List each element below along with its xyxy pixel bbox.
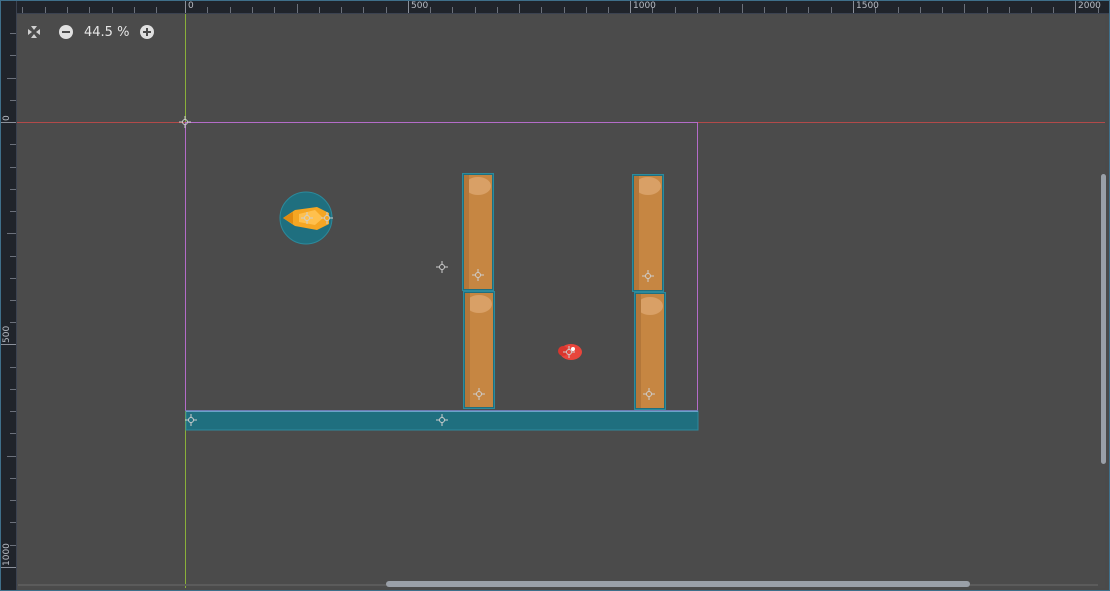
zoom-in-button[interactable] (137, 22, 157, 42)
canvas-editor: 0 500 1000 1500 2000 0 500 1000 44.5 % (0, 0, 1110, 591)
horizontal-ruler[interactable]: 0 500 1000 1500 2000 (0, 0, 1110, 14)
center-view-icon (28, 26, 40, 38)
ruler-label-1000: 1000 (633, 1, 656, 11)
vertical-scroll-thumb[interactable] (1101, 174, 1106, 464)
pivot-icon (436, 261, 448, 273)
zoom-in-icon (140, 25, 155, 39)
ruler-label-v-1000: 1000 (2, 543, 12, 566)
ruler-corner (0, 0, 16, 13)
game-viewport-rect (185, 122, 698, 411)
ruler-label-v-0: 0 (2, 115, 12, 121)
scene-canvas[interactable] (17, 14, 1105, 588)
horizontal-scrollbar[interactable] (18, 581, 1098, 589)
ruler-label-v-500: 500 (2, 325, 12, 343)
zoom-controls: 44.5 % (24, 20, 157, 44)
zoom-out-button[interactable] (56, 22, 76, 42)
center-view-button[interactable] (24, 22, 44, 42)
vertical-scrollbar[interactable] (1100, 14, 1108, 576)
vertical-ruler[interactable]: 0 500 1000 (0, 0, 17, 591)
ruler-label-1500: 1500 (856, 1, 879, 11)
ruler-label-2000: 2000 (1078, 1, 1101, 11)
pivot-markers (179, 116, 655, 426)
horizontal-scroll-thumb[interactable] (386, 581, 970, 587)
zoom-level-label[interactable]: 44.5 % (84, 25, 129, 40)
vertical-ruler-ticks (0, 11, 16, 568)
zoom-out-icon (59, 25, 73, 39)
horizontal-ruler-ticks (22, 0, 1099, 13)
ruler-label-0: 0 (188, 1, 194, 11)
ruler-label-500: 500 (411, 1, 429, 11)
ground-collision[interactable] (185, 410, 699, 431)
enemy-sprite[interactable] (558, 344, 582, 360)
scene-viewport[interactable] (17, 14, 1105, 588)
